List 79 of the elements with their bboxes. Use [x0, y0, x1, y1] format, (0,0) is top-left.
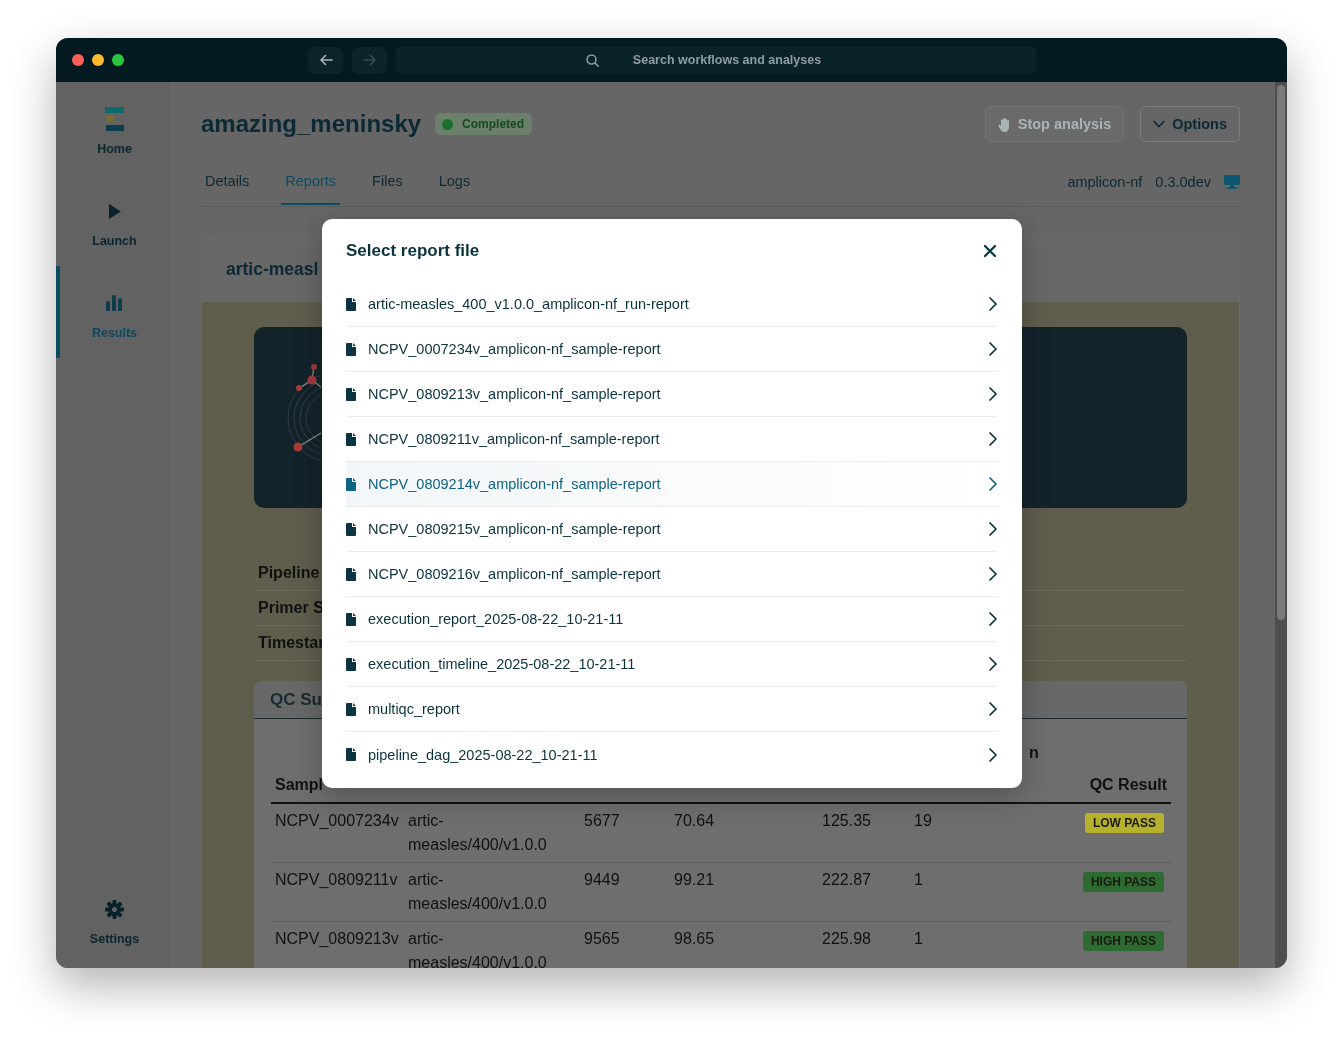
qc-result-badge: LOW PASS: [1084, 813, 1164, 833]
chevron-right-icon: [989, 612, 997, 626]
pipeline-name: amplicon-nf: [1067, 174, 1143, 190]
table-cell-text: 9565: [583, 929, 621, 949]
table-cell-text: 1: [913, 929, 924, 949]
file-icon: [346, 702, 356, 716]
scrollbar-thumb[interactable]: [1277, 85, 1285, 620]
column-header: QC Result: [1088, 776, 1168, 795]
close-icon: [984, 244, 996, 257]
table-cell-text: 9449: [583, 870, 621, 890]
file-icon: [346, 567, 356, 581]
status-badge: Completed: [435, 113, 533, 135]
file-icon: [346, 297, 356, 311]
table-cell-text: 70.64: [673, 811, 716, 831]
table-cell-text: 222.87: [821, 870, 872, 890]
search-icon: [586, 53, 599, 67]
table-cell-text: 19: [913, 811, 933, 831]
chevron-right-icon: [989, 342, 997, 356]
table-cell-text: 5677: [583, 811, 621, 831]
table-cell-text: NCPV_0007234v: [274, 811, 400, 831]
play-icon: [107, 202, 122, 220]
maximize-window-button[interactable]: [112, 54, 124, 66]
file-icon: [346, 522, 356, 536]
table-cell-text: 98.65: [673, 929, 716, 949]
file-icon: [346, 342, 356, 356]
chevron-right-icon: [989, 297, 997, 311]
table-cell-text: 125.35: [821, 811, 872, 831]
report-file-item[interactable]: NCPV_0809214v_amplicon-nf_sample-report: [346, 462, 998, 507]
status-dot: [442, 118, 454, 130]
report-file-item[interactable]: multiqc_report: [346, 687, 998, 732]
report-file-item[interactable]: NCPV_0809215v_amplicon-nf_sample-report: [346, 507, 998, 552]
chevron-right-icon: [989, 702, 997, 716]
chevron-right-icon: [989, 387, 997, 401]
table-cell-text: artic-measles/400/v1.0.0: [407, 929, 548, 968]
report-file-item[interactable]: NCPV_0007234v_amplicon-nf_sample-report: [346, 327, 998, 372]
table-cell-text: 99.21: [673, 870, 716, 890]
run-title: amazing_meninsky: [201, 110, 422, 138]
qc-result-badge: HIGH PASS: [1082, 931, 1164, 951]
report-file-item[interactable]: execution_timeline_2025-08-22_10-21-11: [346, 642, 998, 687]
file-icon: [346, 612, 356, 626]
chevron-right-icon: [989, 747, 997, 762]
file-icon: [346, 748, 356, 761]
qc-result-badge: HIGH PASS: [1082, 872, 1164, 892]
modal-title: Select report file: [346, 240, 480, 261]
chevron-right-icon: [989, 657, 997, 671]
hand-icon: [997, 116, 1011, 132]
close-window-button[interactable]: [72, 54, 84, 66]
back-button[interactable]: [308, 46, 343, 74]
minimize-window-button[interactable]: [92, 54, 104, 66]
chevron-right-icon: [989, 432, 997, 446]
settings-icon: [105, 899, 124, 919]
logo-icon: [104, 106, 125, 132]
arrow-right-icon: [362, 54, 377, 66]
arrow-left-icon: [318, 54, 333, 66]
table-cell-text: 225.98: [821, 929, 872, 949]
file-icon: [346, 657, 356, 671]
report-file-item[interactable]: NCPV_0809216v_amplicon-nf_sample-report: [346, 552, 998, 597]
file-icon: [346, 432, 356, 446]
bar-chart-icon: [106, 295, 123, 311]
file-icon: [346, 477, 356, 491]
monitor-icon: [1224, 175, 1240, 189]
report-file-item[interactable]: execution_report_2025-08-22_10-21-11: [346, 597, 998, 642]
pipeline-version: 0.3.0dev: [1155, 174, 1211, 190]
chevron-down-icon: [1153, 120, 1166, 128]
report-file-item[interactable]: pipeline_dag_2025-08-22_10-21-11: [346, 732, 998, 777]
report-file-item[interactable]: artic-measles_400_v1.0.0_amplicon-nf_run-report: [346, 282, 998, 327]
table-cell-text: artic-measles/400/v1.0.0: [407, 870, 548, 914]
table-cell-text: NCPV_0809211v: [274, 870, 399, 890]
report-file-item[interactable]: NCPV_0809213v_amplicon-nf_sample-report: [346, 372, 998, 417]
table-cell-text: NCPV_0809213v: [274, 929, 400, 949]
table-cell-text: 1: [913, 870, 924, 890]
chevron-right-icon: [989, 477, 997, 491]
file-icon: [346, 387, 356, 401]
column-header: Sampl: [274, 776, 324, 795]
chevron-right-icon: [989, 567, 997, 581]
column-header: n: [1029, 744, 1039, 762]
chevron-right-icon: [989, 522, 997, 536]
table-cell-text: artic-measles/400/v1.0.0: [407, 811, 548, 855]
search-field[interactable]: Search workflows and analyses: [396, 46, 1036, 74]
